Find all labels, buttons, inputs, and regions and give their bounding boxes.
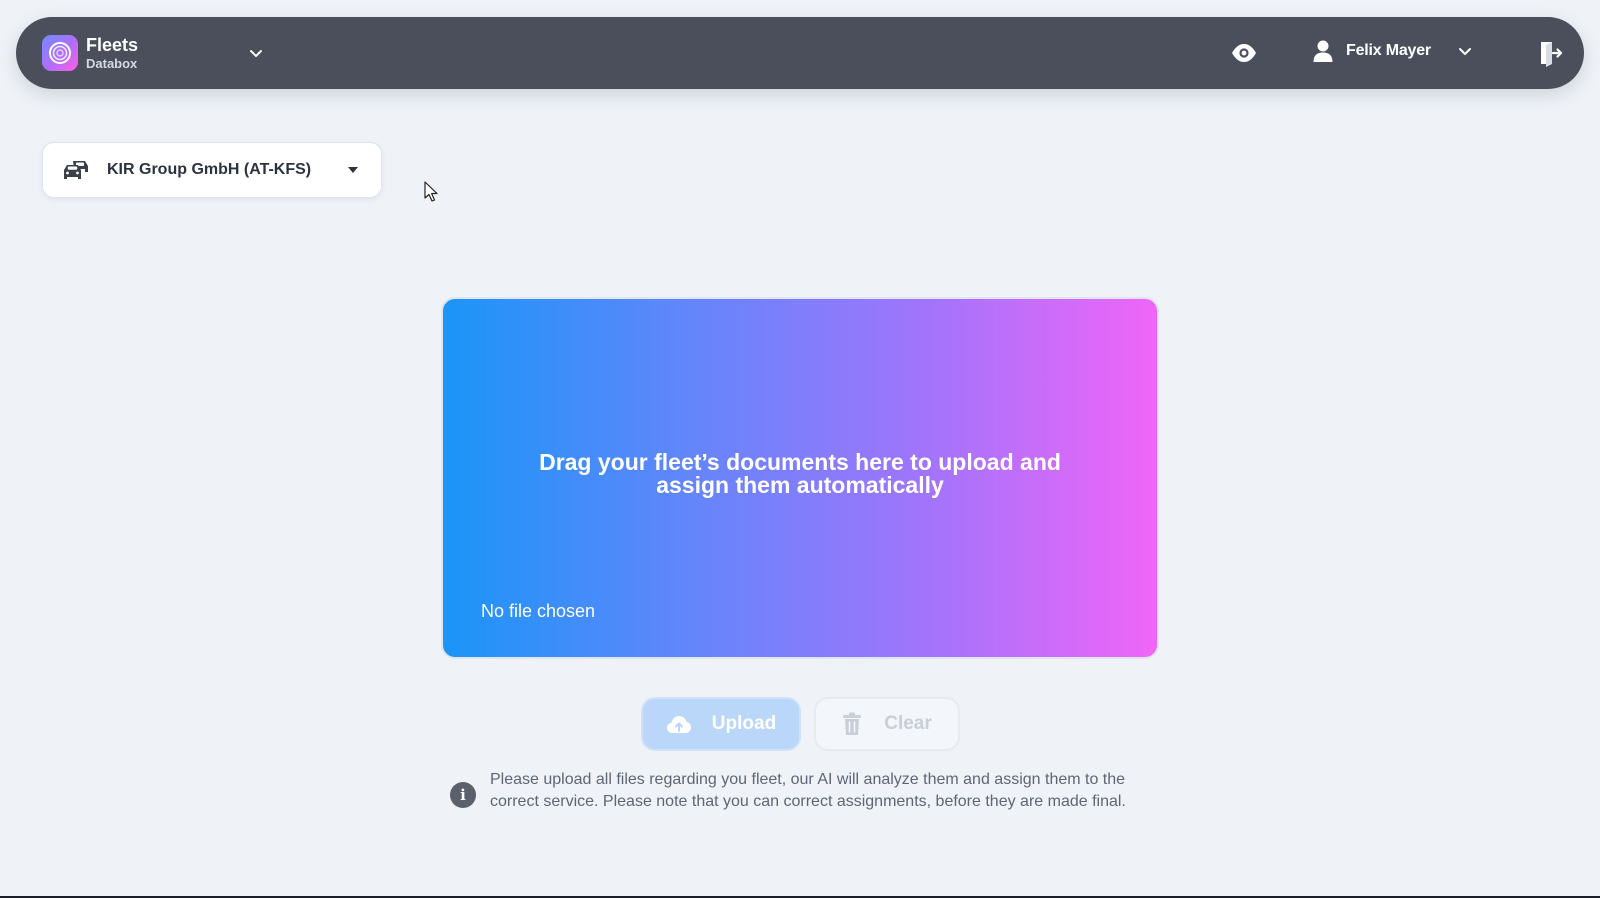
app-subtitle: Databox [86, 56, 138, 71]
user-menu[interactable]: Felix Mayer [1312, 39, 1475, 63]
dropzone-message: Drag your fleet’s documents here to uplo… [539, 449, 1061, 498]
mouse-pointer-icon [424, 181, 438, 202]
app-switcher[interactable]: Fleets Databox [42, 35, 138, 71]
trash-icon [843, 712, 862, 735]
view-mode-eye-icon[interactable] [1230, 41, 1258, 65]
app-logo-icon [42, 35, 78, 71]
upload-info-note: i Please upload all files regarding you … [450, 769, 1170, 813]
file-chosen-status: No file chosen [481, 601, 596, 621]
info-text: Please upload all files regarding you fl… [490, 771, 1126, 810]
document-dropzone[interactable]: Drag your fleet’s documents here to uplo… [441, 297, 1159, 659]
logout-icon[interactable] [1538, 39, 1564, 67]
app-title: Fleets [86, 35, 139, 55]
info-icon: i [450, 782, 476, 808]
clear-button-label: Clear [884, 713, 932, 734]
page: Fleets Databox Felix Mayer KIR Group Gmb… [0, 0, 1600, 898]
user-menu-chevron-down-icon [1458, 48, 1471, 55]
app-name: Fleets Databox [86, 36, 138, 70]
upload-button-label: Upload [711, 713, 777, 734]
user-icon [1313, 40, 1333, 62]
top-navigation-bar: Fleets Databox Felix Mayer [16, 17, 1584, 89]
caret-down-icon [348, 167, 358, 173]
app-switcher-chevron-down-icon[interactable] [246, 43, 266, 63]
user-name: Felix Mayer [1346, 42, 1431, 59]
clear-button[interactable]: Clear [814, 697, 960, 751]
company-selector[interactable]: KIR Group GmbH (AT-KFS) [42, 142, 382, 198]
fleet-cars-icon [64, 161, 88, 179]
cloud-upload-icon [666, 716, 691, 733]
selected-company: KIR Group GmbH (AT-KFS) [107, 161, 312, 178]
upload-button[interactable]: Upload [641, 697, 801, 751]
